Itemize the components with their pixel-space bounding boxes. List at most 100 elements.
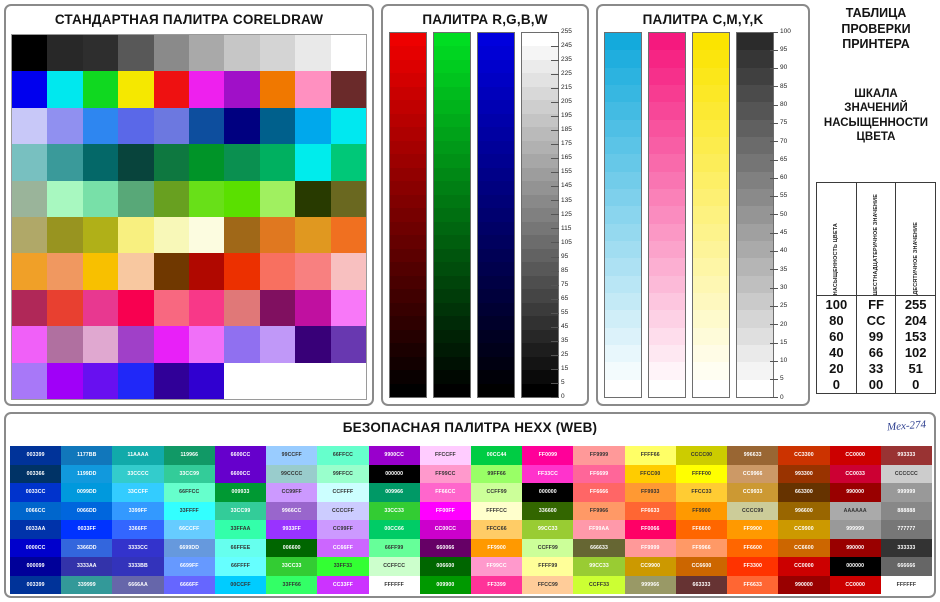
web-safe-swatch[interactable]: 99CC33 bbox=[522, 520, 574, 539]
coreldraw-swatch[interactable] bbox=[295, 362, 331, 399]
web-safe-swatch[interactable]: 33FF66 bbox=[266, 575, 318, 594]
web-safe-swatch[interactable]: 6666FF bbox=[163, 575, 215, 594]
web-safe-swatch[interactable]: FF0066 bbox=[624, 520, 676, 539]
web-safe-swatch[interactable]: 33FFAA bbox=[214, 520, 267, 539]
web-safe-swatch[interactable]: 663300 bbox=[778, 483, 830, 502]
coreldraw-swatch[interactable] bbox=[47, 35, 83, 72]
coreldraw-swatch[interactable] bbox=[82, 362, 119, 399]
web-safe-swatch[interactable]: 3366FF bbox=[112, 520, 164, 539]
rgbw-strip-b[interactable] bbox=[477, 32, 515, 398]
web-safe-swatch[interactable]: 3333CC bbox=[112, 538, 164, 557]
coreldraw-swatch[interactable] bbox=[189, 180, 225, 217]
coreldraw-swatch[interactable] bbox=[259, 107, 296, 145]
web-safe-swatch[interactable]: CC9900 bbox=[624, 557, 676, 576]
web-safe-swatch[interactable]: CC6600 bbox=[778, 538, 830, 557]
web-safe-swatch[interactable]: 66FFCC bbox=[317, 446, 369, 465]
web-safe-swatch[interactable]: CC9966 bbox=[727, 464, 779, 483]
web-safe-swatch[interactable]: FF9966 bbox=[573, 501, 625, 520]
web-safe-swatch[interactable]: 33FFFF bbox=[163, 501, 215, 520]
cmyk-strip-y[interactable] bbox=[692, 32, 730, 398]
coreldraw-swatch[interactable] bbox=[330, 217, 366, 254]
web-safe-swatch[interactable]: CCCCCC bbox=[880, 464, 932, 483]
web-safe-swatch[interactable]: 006600 bbox=[266, 538, 318, 557]
coreldraw-swatch[interactable] bbox=[118, 71, 154, 108]
coreldraw-swatch[interactable] bbox=[12, 107, 48, 145]
coreldraw-swatch[interactable] bbox=[12, 35, 48, 72]
coreldraw-swatch[interactable] bbox=[295, 253, 331, 290]
coreldraw-swatch[interactable] bbox=[259, 217, 296, 254]
coreldraw-swatch[interactable] bbox=[82, 326, 119, 363]
coreldraw-swatch[interactable] bbox=[224, 144, 260, 181]
web-safe-swatch[interactable]: CCFF99 bbox=[522, 538, 574, 557]
web-safe-swatch[interactable]: FF9900 bbox=[727, 520, 779, 539]
coreldraw-swatch[interactable] bbox=[153, 217, 189, 254]
coreldraw-swatch[interactable] bbox=[224, 289, 260, 327]
web-safe-swatch[interactable]: 66FFFF bbox=[214, 557, 267, 576]
web-safe-swatch[interactable]: 33FF33 bbox=[317, 557, 369, 576]
coreldraw-swatch[interactable] bbox=[82, 217, 119, 254]
web-safe-swatch[interactable]: 009933 bbox=[214, 483, 267, 502]
web-safe-swatch[interactable]: FF3300 bbox=[727, 557, 779, 576]
web-safe-swatch[interactable]: FFFFCC bbox=[470, 501, 523, 520]
web-safe-swatch[interactable]: 33CCCC bbox=[112, 464, 164, 483]
coreldraw-swatch[interactable] bbox=[118, 180, 154, 217]
web-safe-swatch[interactable]: 993300 bbox=[778, 464, 830, 483]
web-safe-swatch[interactable]: 999999 bbox=[880, 483, 932, 502]
web-safe-swatch[interactable]: 33CC99 bbox=[163, 464, 215, 483]
coreldraw-swatch[interactable] bbox=[259, 362, 296, 399]
web-safe-swatch[interactable]: 99CC33 bbox=[573, 557, 625, 576]
web-safe-swatch[interactable]: 990000 bbox=[778, 575, 830, 594]
coreldraw-swatch[interactable] bbox=[259, 144, 296, 181]
cmyk-strip-c[interactable] bbox=[604, 32, 642, 398]
web-safe-swatch[interactable]: 6699FF bbox=[163, 557, 215, 576]
coreldraw-swatch[interactable] bbox=[295, 289, 331, 327]
coreldraw-swatch[interactable] bbox=[189, 253, 225, 290]
coreldraw-swatch[interactable] bbox=[47, 107, 83, 145]
coreldraw-swatch[interactable] bbox=[259, 71, 296, 108]
web-safe-swatch[interactable]: 0033AA bbox=[10, 520, 62, 539]
coreldraw-swatch[interactable] bbox=[330, 289, 366, 327]
web-safe-swatch[interactable]: 3399FF bbox=[112, 501, 164, 520]
web-safe-swatch[interactable]: 66CCFF bbox=[163, 520, 215, 539]
web-safe-swatch[interactable]: FFFFFF bbox=[880, 575, 932, 594]
web-safe-swatch[interactable]: 000000 bbox=[829, 557, 881, 576]
coreldraw-swatch[interactable] bbox=[330, 144, 366, 181]
web-safe-swatch[interactable]: FFCC33 bbox=[675, 483, 728, 502]
coreldraw-swatch[interactable] bbox=[153, 71, 189, 108]
coreldraw-swatch[interactable] bbox=[153, 144, 189, 181]
web-safe-swatch[interactable]: FFCC66 bbox=[470, 520, 523, 539]
web-safe-swatch[interactable]: 000000 bbox=[368, 464, 420, 483]
web-safe-swatch[interactable]: 003399 bbox=[10, 575, 62, 594]
web-safe-swatch[interactable]: 663333 bbox=[675, 575, 728, 594]
coreldraw-swatch[interactable] bbox=[189, 35, 225, 72]
web-safe-swatch[interactable]: 990000 bbox=[829, 538, 881, 557]
web-safe-swatch[interactable]: CCCCFF bbox=[317, 501, 369, 520]
web-safe-swatch[interactable]: FFFF00 bbox=[675, 464, 728, 483]
web-safe-swatch[interactable]: CC0000 bbox=[778, 557, 830, 576]
coreldraw-swatch[interactable] bbox=[12, 180, 48, 217]
web-safe-swatch[interactable]: 0066CC bbox=[10, 501, 62, 520]
web-safe-swatch[interactable]: CC99FF bbox=[317, 520, 369, 539]
web-safe-swatch[interactable]: FFCC00 bbox=[624, 464, 676, 483]
coreldraw-swatch[interactable] bbox=[189, 107, 225, 145]
web-safe-swatch[interactable]: 666633 bbox=[573, 538, 625, 557]
coreldraw-swatch[interactable] bbox=[47, 362, 83, 399]
web-safe-swatch[interactable]: CCFF99 bbox=[470, 483, 523, 502]
web-safe-swatch[interactable]: FF9999 bbox=[573, 446, 625, 465]
coreldraw-swatch[interactable] bbox=[224, 326, 260, 363]
web-safe-swatch[interactable]: FF9900 bbox=[470, 538, 523, 557]
web-safe-swatch[interactable]: 11AAAA bbox=[112, 446, 164, 465]
coreldraw-swatch[interactable] bbox=[330, 107, 366, 145]
web-safe-swatch[interactable]: 9966CC bbox=[266, 501, 318, 520]
cmyk-strip-m[interactable] bbox=[648, 32, 686, 398]
web-safe-swatch[interactable]: FF6633 bbox=[727, 575, 779, 594]
coreldraw-swatch[interactable] bbox=[47, 326, 83, 363]
web-safe-swatch[interactable]: 000000 bbox=[522, 483, 574, 502]
web-safe-swatch[interactable]: 666666 bbox=[880, 557, 932, 576]
web-safe-swatch[interactable]: FF00FF bbox=[419, 501, 471, 520]
web-safe-swatch[interactable]: 999966 bbox=[624, 575, 676, 594]
web-safe-swatch[interactable]: 1177BB bbox=[61, 446, 113, 465]
coreldraw-swatch[interactable] bbox=[224, 35, 260, 72]
web-safe-swatch[interactable]: 66FFEE bbox=[214, 538, 267, 557]
web-safe-swatch[interactable]: FFFF66 bbox=[624, 446, 676, 465]
